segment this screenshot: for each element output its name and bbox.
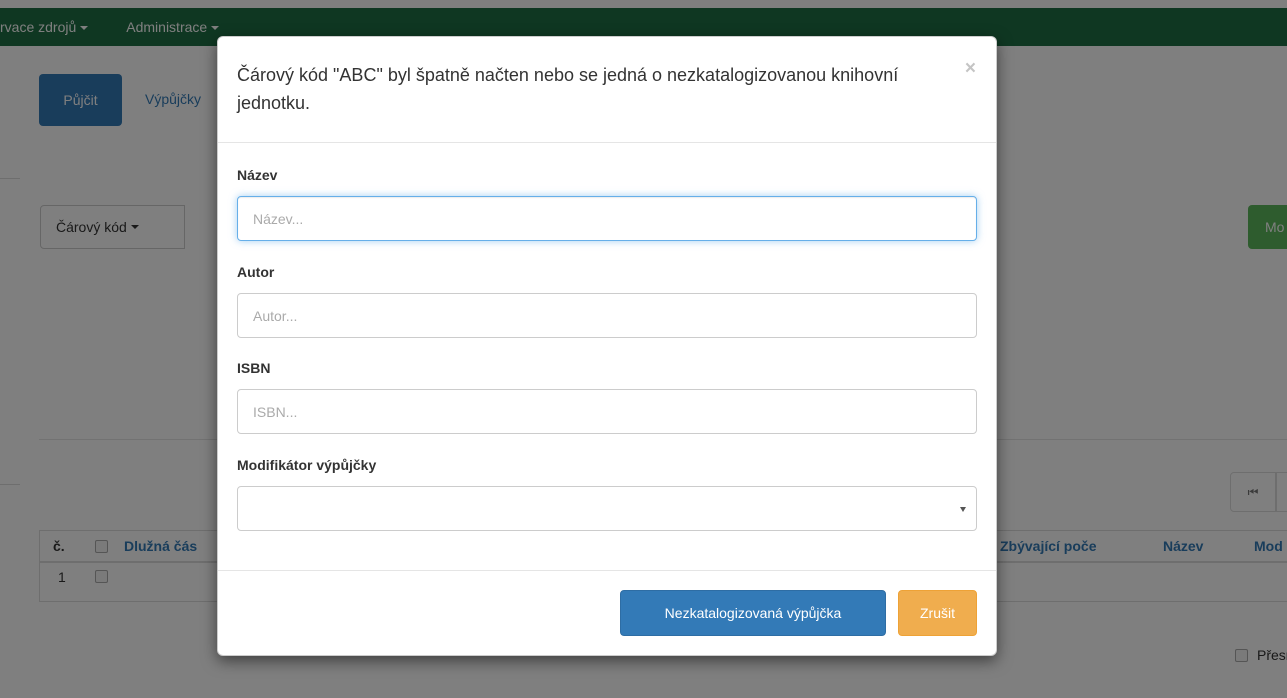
isbn-label: ISBN <box>237 360 271 376</box>
name-input[interactable] <box>237 196 977 241</box>
author-label: Autor <box>237 264 275 280</box>
modal-title: Čárový kód "ABC" byl špatně načten nebo … <box>237 65 899 113</box>
modal-footer: Nezkatalogizovaná výpůjčka Zrušit <box>218 570 996 657</box>
uncataloged-loan-button[interactable]: Nezkatalogizovaná výpůjčka <box>620 590 886 636</box>
dropdown-arrow-icon <box>960 507 966 512</box>
modifier-select[interactable] <box>237 486 977 531</box>
cancel-button[interactable]: Zrušit <box>898 590 977 636</box>
author-input[interactable] <box>237 293 977 338</box>
uncataloged-item-dialog: Čárový kód "ABC" byl špatně načten nebo … <box>217 36 997 656</box>
name-label: Název <box>237 167 278 183</box>
modifier-label: Modifikátor výpůjčky <box>237 457 377 473</box>
isbn-input[interactable] <box>237 389 977 434</box>
close-icon[interactable]: × <box>965 59 976 78</box>
modal-header: Čárový kód "ABC" byl špatně načten nebo … <box>218 37 996 143</box>
